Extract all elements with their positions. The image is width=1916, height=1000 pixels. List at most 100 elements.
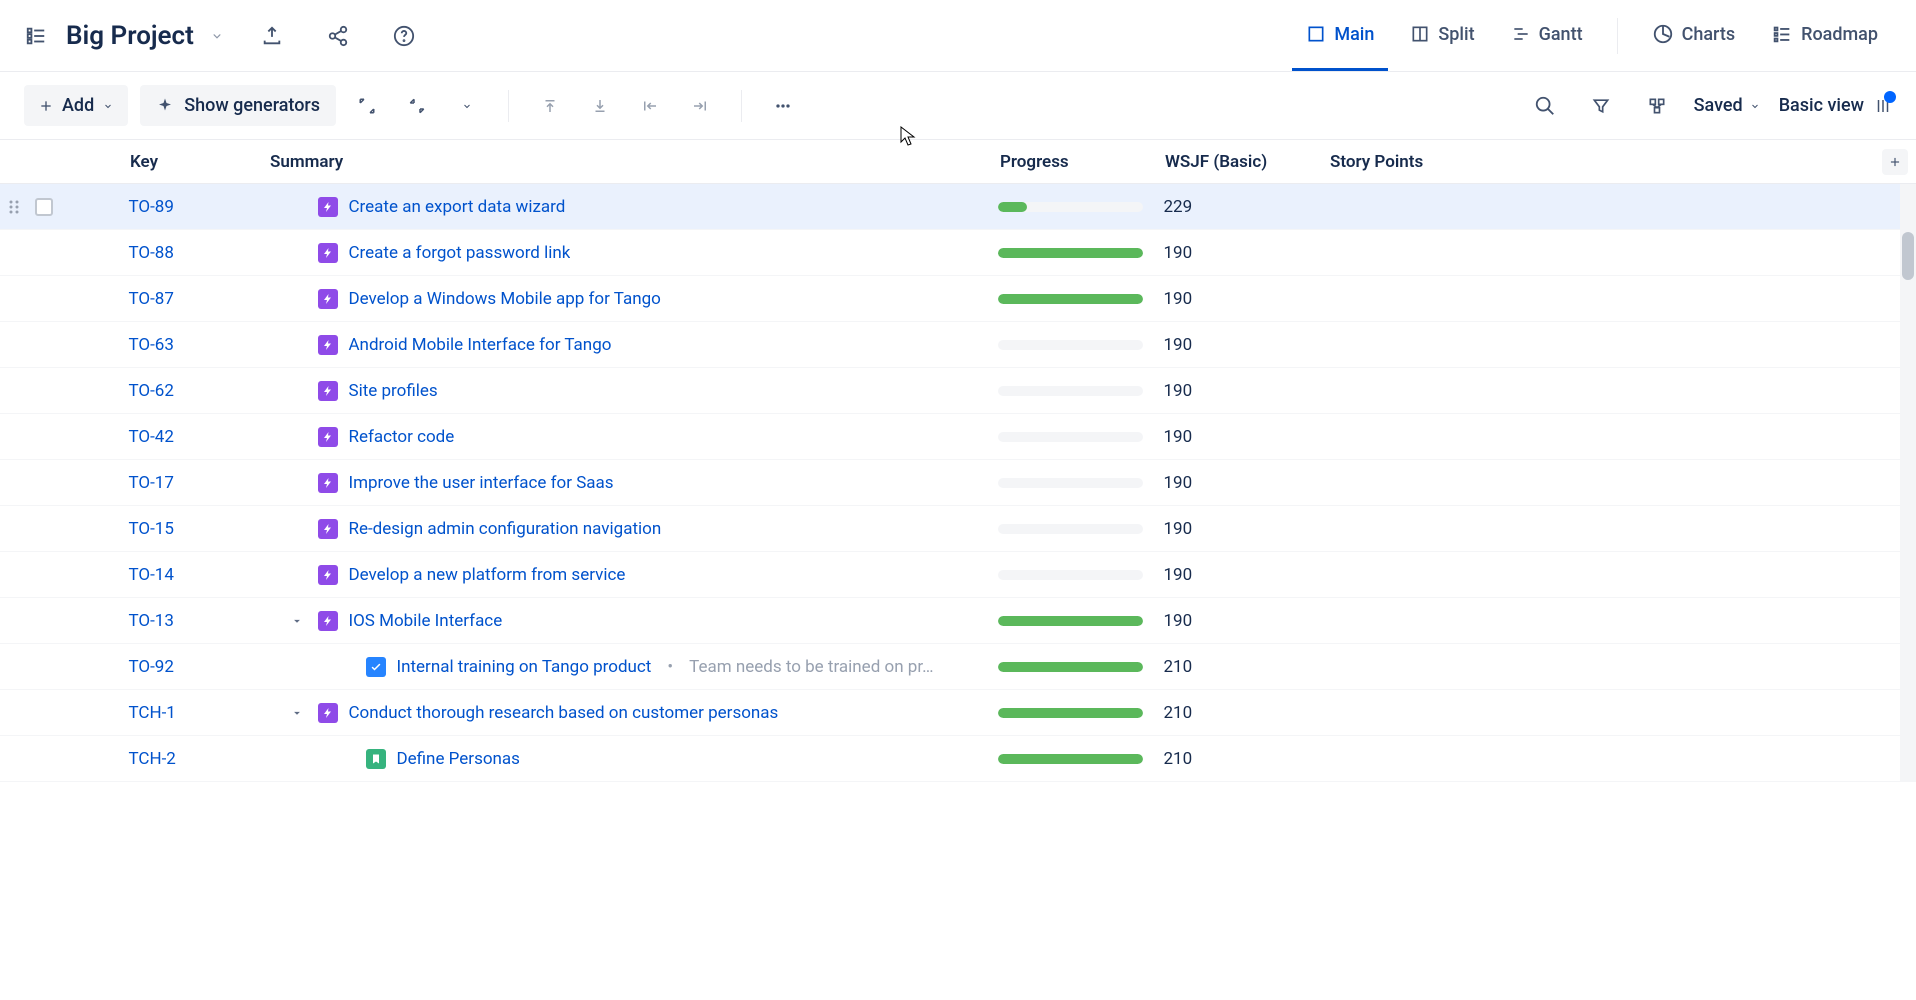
row-checkbox-wrap[interactable] — [27, 566, 60, 584]
row-checkbox-wrap[interactable] — [27, 474, 60, 492]
issue-summary[interactable]: Android Mobile Interface for Tango — [348, 335, 611, 355]
row-checkbox-wrap[interactable] — [27, 704, 60, 722]
indent-icon[interactable] — [681, 87, 719, 125]
issue-summary[interactable]: Develop a Windows Mobile app for Tango — [348, 289, 660, 309]
row-checkbox-wrap[interactable] — [27, 198, 60, 216]
table-row[interactable]: TO-42 Refactor code 190 — [0, 414, 1916, 460]
row-checkbox-wrap[interactable] — [27, 520, 60, 538]
project-title[interactable]: Big Project — [66, 21, 194, 51]
table-row[interactable]: TO-14 Develop a new platform from servic… — [0, 552, 1916, 598]
project-chevron-icon[interactable] — [210, 29, 224, 43]
drag-handle-icon[interactable] — [8, 199, 27, 215]
table-row[interactable]: TO-15 Re-design admin configuration navi… — [0, 506, 1916, 552]
issue-key[interactable]: TO-87 — [128, 289, 268, 309]
table-row[interactable]: TO-13 IOS Mobile Interface 190 — [0, 598, 1916, 644]
outdent-icon[interactable] — [631, 87, 669, 125]
issue-summary[interactable]: Refactor code — [348, 427, 454, 447]
issue-key[interactable]: TO-15 — [128, 519, 268, 539]
more-actions-icon[interactable] — [764, 87, 802, 125]
table-row[interactable]: TO-87 Develop a Windows Mobile app for T… — [0, 276, 1916, 322]
row-checkbox-wrap[interactable] — [27, 382, 60, 400]
table-row[interactable]: TO-89 Create an export data wizard 229 — [0, 184, 1916, 230]
issue-key[interactable]: TO-14 — [128, 565, 268, 585]
tab-split[interactable]: Split — [1396, 0, 1488, 71]
basic-view-button[interactable]: Basic view — [1779, 95, 1892, 116]
add-button[interactable]: Add — [24, 85, 128, 126]
story-icon — [366, 749, 386, 769]
issue-summary[interactable]: Conduct thorough research based on custo… — [348, 703, 778, 723]
table-row[interactable]: TO-63 Android Mobile Interface for Tango… — [0, 322, 1916, 368]
filter-icon[interactable] — [1582, 87, 1620, 125]
share-icon[interactable] — [320, 18, 356, 54]
expand-toggle[interactable] — [286, 706, 308, 720]
group-icon[interactable] — [1638, 87, 1676, 125]
issue-summary[interactable]: Develop a new platform from service — [348, 565, 625, 585]
issue-key[interactable]: TO-92 — [128, 657, 268, 677]
issue-summary[interactable]: Site profiles — [348, 381, 437, 401]
help-icon[interactable] — [386, 18, 422, 54]
row-checkbox-wrap[interactable] — [27, 290, 60, 308]
table-row[interactable]: TO-88 Create a forgot password link 190 — [0, 230, 1916, 276]
column-key[interactable]: Key — [130, 152, 270, 172]
expand-all-icon[interactable] — [348, 87, 386, 125]
column-wsjf[interactable]: WSJF (Basic) — [1165, 152, 1330, 172]
issue-summary[interactable]: Create an export data wizard — [348, 197, 565, 217]
tab-gantt[interactable]: Gantt — [1497, 0, 1597, 71]
wsjf-value: 190 — [1163, 335, 1328, 355]
tab-roadmap[interactable]: Roadmap — [1757, 0, 1892, 71]
table-row[interactable]: TCH-1 Conduct thorough research based on… — [0, 690, 1916, 736]
export-icon[interactable] — [254, 18, 290, 54]
issue-key[interactable]: TO-62 — [128, 381, 268, 401]
column-summary[interactable]: Summary — [270, 152, 1000, 172]
row-checkbox-wrap[interactable] — [27, 244, 60, 262]
move-bottom-icon[interactable] — [581, 87, 619, 125]
issue-summary[interactable]: Improve the user interface for Saas — [348, 473, 613, 493]
table-row[interactable]: TO-92 Internal training on Tango product… — [0, 644, 1916, 690]
wsjf-value: 190 — [1163, 243, 1328, 263]
table-row[interactable]: TCH-2 Define Personas 210 — [0, 736, 1916, 782]
issue-key[interactable]: TO-63 — [128, 335, 268, 355]
table-row[interactable]: TO-62 Site profiles 190 — [0, 368, 1916, 414]
tab-charts[interactable]: Charts — [1638, 0, 1750, 71]
toolbar-chevron-icon[interactable] — [448, 87, 486, 125]
table-row[interactable]: TO-17 Improve the user interface for Saa… — [0, 460, 1916, 506]
issue-summary[interactable]: Re-design admin configuration navigation — [348, 519, 661, 539]
tab-main[interactable]: Main — [1292, 0, 1388, 71]
issue-summary[interactable]: Create a forgot password link — [348, 243, 570, 263]
issue-summary[interactable]: Define Personas — [396, 749, 519, 769]
expand-toggle[interactable] — [286, 614, 308, 628]
row-checkbox[interactable] — [35, 198, 53, 216]
row-checkbox-wrap[interactable] — [27, 336, 60, 354]
issue-key[interactable]: TO-13 — [128, 611, 268, 631]
toolbar: Add Show generators Saved Basic view — [0, 72, 1916, 140]
move-top-icon[interactable] — [531, 87, 569, 125]
progress-cell — [998, 662, 1163, 672]
task-icon — [366, 657, 386, 677]
header-left: Big Project — [24, 18, 422, 54]
progress-cell — [998, 386, 1163, 396]
add-column-button[interactable] — [1882, 149, 1908, 175]
issue-key[interactable]: TO-89 — [128, 197, 268, 217]
project-icon[interactable] — [24, 24, 48, 48]
collapse-all-icon[interactable] — [398, 87, 436, 125]
issue-summary[interactable]: Internal training on Tango product — [396, 657, 651, 677]
issue-summary[interactable]: IOS Mobile Interface — [348, 611, 502, 631]
issue-key[interactable]: TO-17 — [128, 473, 268, 493]
issue-summary-cell: Refactor code — [268, 427, 998, 447]
row-checkbox-wrap[interactable] — [27, 428, 60, 446]
search-icon[interactable] — [1526, 87, 1564, 125]
issue-key[interactable]: TCH-1 — [128, 703, 268, 723]
progress-bar — [998, 478, 1143, 488]
column-progress[interactable]: Progress — [1000, 152, 1165, 172]
issue-key[interactable]: TO-42 — [128, 427, 268, 447]
row-checkbox-wrap[interactable] — [27, 750, 60, 768]
row-checkbox-wrap[interactable] — [27, 658, 60, 676]
saved-dropdown[interactable]: Saved — [1694, 95, 1761, 116]
progress-cell — [998, 478, 1163, 488]
row-checkbox-wrap[interactable] — [27, 612, 60, 630]
issue-key[interactable]: TO-88 — [128, 243, 268, 263]
show-generators-button[interactable]: Show generators — [140, 85, 336, 126]
column-story-points[interactable]: Story Points — [1330, 152, 1510, 172]
issue-key[interactable]: TCH-2 — [128, 749, 268, 769]
scrollbar-thumb[interactable] — [1902, 232, 1914, 280]
